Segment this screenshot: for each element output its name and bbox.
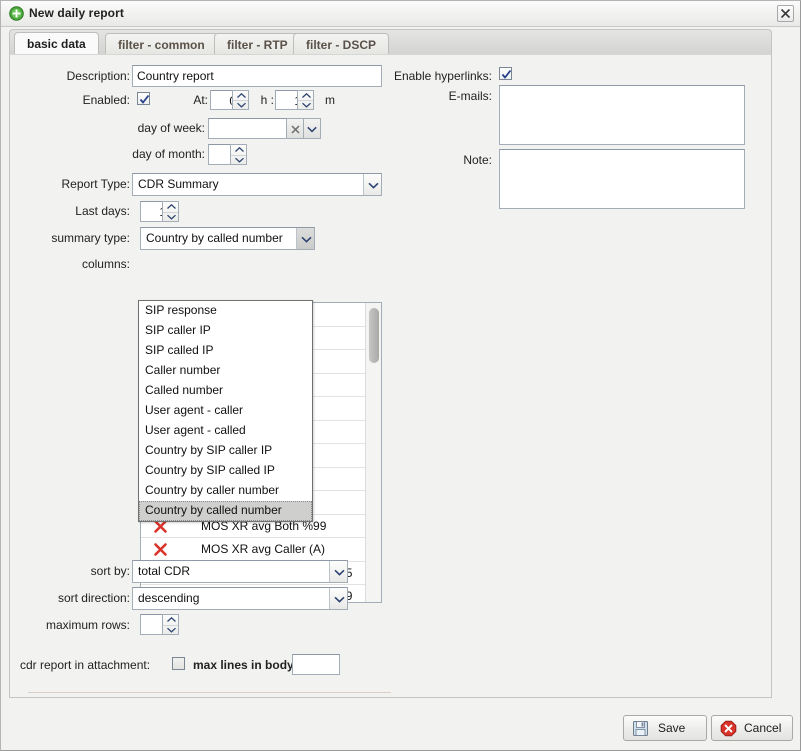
at-minute-stepper[interactable] — [297, 90, 314, 110]
day-of-week-dropdown-icon[interactable] — [303, 118, 321, 139]
add-circle-icon — [9, 6, 24, 21]
summary-type-select[interactable]: Country by called number — [140, 227, 315, 250]
chevron-down-icon[interactable] — [329, 588, 347, 609]
column-name: MOS XR avg Caller (A) — [201, 542, 326, 556]
note-textarea[interactable] — [499, 149, 745, 209]
dropdown-option[interactable]: Country by SIP caller IP — [139, 441, 312, 461]
sort-by-label: sort by: — [90, 564, 130, 578]
cancel-octagon-icon — [720, 720, 737, 737]
dropdown-option[interactable]: SIP caller IP — [139, 321, 312, 341]
chevron-down-icon[interactable] — [363, 174, 381, 195]
sort-by-value: total CDR — [138, 564, 191, 578]
tab-filter-rtp[interactable]: filter - RTP — [214, 33, 301, 56]
sort-direction-value: descending — [138, 591, 200, 605]
at-minute-up-icon[interactable] — [298, 91, 313, 100]
title-bar: New daily report — [1, 1, 800, 27]
summary-type-dropdown-popup[interactable]: SIP response SIP caller IP SIP called IP… — [138, 300, 313, 522]
cdr-attachment-label: cdr report in attachment: — [20, 658, 151, 672]
enabled-checkbox[interactable] — [137, 92, 150, 105]
dropdown-option[interactable]: Country by caller number — [139, 481, 312, 501]
save-button[interactable]: Save — [623, 715, 707, 741]
section-divider — [28, 692, 391, 693]
dropdown-option[interactable]: SIP called IP — [139, 341, 312, 361]
dropdown-option[interactable]: Caller number — [139, 361, 312, 381]
maximum-rows-label: maximum rows: — [45, 618, 130, 632]
day-of-month-label: day of month: — [132, 147, 205, 161]
dropdown-option-selected[interactable]: Country by called number — [139, 501, 312, 521]
save-floppy-icon — [632, 720, 649, 737]
summary-type-label: summary type: — [51, 231, 130, 245]
enable-hyperlinks-label: Enable hyperlinks: — [393, 69, 492, 83]
day-of-month-up-icon[interactable] — [231, 145, 246, 155]
note-label: Note: — [463, 153, 492, 167]
chevron-down-icon[interactable] — [296, 228, 314, 249]
sort-by-select[interactable]: total CDR — [132, 560, 348, 583]
day-of-month-stepper[interactable] — [230, 144, 247, 165]
dropdown-option[interactable]: Country by SIP called IP — [139, 461, 312, 481]
dialog-window: New daily report basic data filter - com… — [0, 0, 801, 751]
dropdown-option[interactable]: User agent - caller — [139, 401, 312, 421]
cancel-button-label: Cancel — [744, 721, 782, 735]
emails-label: E-mails: — [448, 89, 492, 103]
dropdown-option[interactable]: User agent - called — [139, 421, 312, 441]
last-days-label: Last days: — [75, 204, 130, 218]
tab-filter-common[interactable]: filter - common — [105, 33, 218, 56]
emails-textarea[interactable] — [499, 85, 745, 145]
save-button-label: Save — [658, 721, 686, 735]
cdr-attachment-checkbox[interactable] — [172, 657, 185, 670]
sort-direction-label: sort direction: — [57, 591, 130, 605]
tab-bar: basic data filter - common filter - RTP … — [9, 29, 772, 56]
remove-x-icon[interactable] — [153, 542, 168, 557]
table-row[interactable]: MOS XR avg Caller (A) — [141, 538, 381, 562]
hour-unit-label: h : — [260, 93, 274, 107]
maximum-rows-up-icon[interactable] — [163, 615, 178, 625]
dropdown-option[interactable]: SIP response — [139, 301, 312, 321]
scrollbar-thumb[interactable] — [369, 308, 379, 363]
summary-type-value: Country by called number — [146, 231, 283, 245]
columns-scrollbar[interactable] — [365, 303, 381, 602]
at-label: At: — [193, 93, 208, 107]
at-hour-down-icon[interactable] — [233, 100, 248, 109]
last-days-down-icon[interactable] — [163, 211, 178, 222]
day-of-week-clear-icon[interactable] — [286, 118, 304, 139]
minute-unit-label: m — [325, 93, 335, 107]
day-of-week-input[interactable] — [208, 118, 290, 139]
sort-direction-select[interactable]: descending — [132, 587, 348, 610]
day-of-month-down-icon[interactable] — [231, 154, 246, 165]
enabled-label: Enabled: — [82, 93, 130, 107]
day-of-week-label: day of week: — [137, 121, 205, 135]
report-type-label: Report Type: — [61, 177, 130, 191]
report-type-value: CDR Summary — [138, 177, 219, 191]
columns-label: columns: — [81, 257, 130, 271]
cancel-button[interactable]: Cancel — [711, 715, 793, 741]
description-label: Description: — [66, 69, 130, 83]
enable-hyperlinks-checkbox[interactable] — [499, 67, 512, 80]
last-days-stepper[interactable] — [162, 201, 179, 222]
at-minute-down-icon[interactable] — [298, 100, 313, 109]
tab-filter-dscp[interactable]: filter - DSCP — [293, 33, 390, 56]
tab-basic-data[interactable]: basic data — [14, 32, 99, 56]
window-title: New daily report — [29, 6, 124, 20]
at-hour-up-icon[interactable] — [233, 91, 248, 100]
report-type-select[interactable]: CDR Summary — [132, 173, 382, 196]
close-icon[interactable] — [777, 5, 794, 22]
at-hour-stepper[interactable] — [232, 90, 249, 110]
chevron-down-icon[interactable] — [329, 561, 347, 582]
basic-data-panel: Description: Country report Enabled: At:… — [9, 54, 772, 698]
last-days-up-icon[interactable] — [163, 202, 178, 212]
maximum-rows-stepper[interactable] — [162, 614, 179, 635]
dropdown-option[interactable]: Called number — [139, 381, 312, 401]
maximum-rows-down-icon[interactable] — [163, 624, 178, 635]
max-lines-input[interactable] — [292, 654, 340, 675]
